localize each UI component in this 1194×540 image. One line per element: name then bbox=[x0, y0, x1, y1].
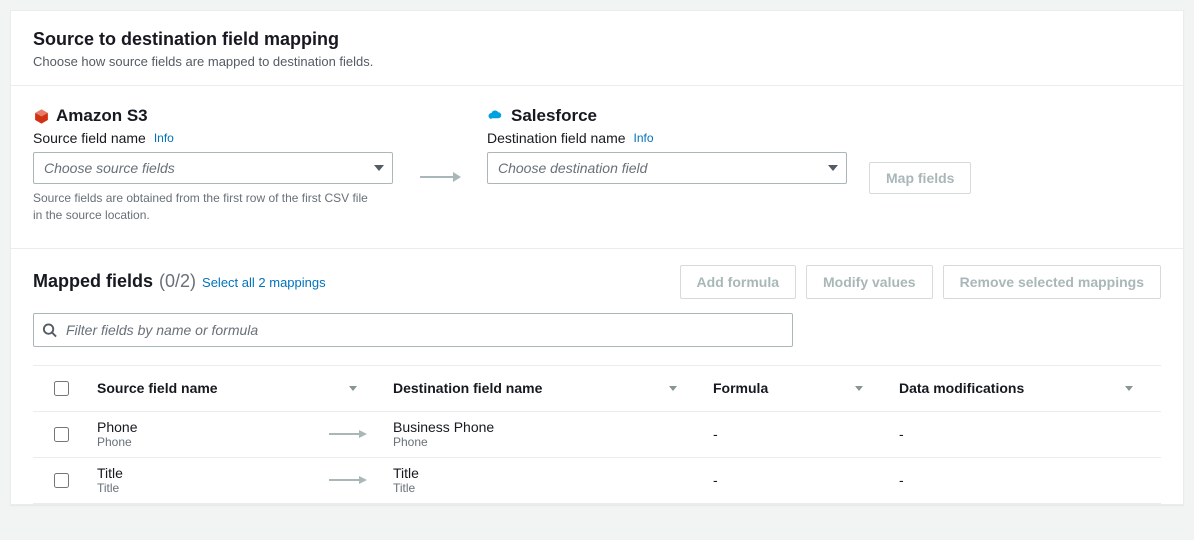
source-service-title: Amazon S3 bbox=[33, 106, 393, 126]
map-button-block: Map fields bbox=[847, 106, 971, 194]
header-source: Source field name bbox=[97, 380, 218, 396]
mapping-panel: Source to destination field mapping Choo… bbox=[10, 10, 1184, 505]
sort-icon[interactable] bbox=[855, 386, 863, 391]
add-formula-button[interactable]: Add formula bbox=[680, 265, 796, 299]
table-header-row: Source field name Destination field name… bbox=[33, 366, 1161, 412]
destination-service-name: Salesforce bbox=[511, 106, 597, 126]
source-block: Amazon S3 Source field name Info Choose … bbox=[33, 106, 393, 224]
row-mods: - bbox=[899, 426, 904, 442]
map-fields-button[interactable]: Map fields bbox=[869, 162, 971, 194]
destination-block: Salesforce Destination field name Info C… bbox=[487, 106, 847, 184]
mapped-header: Mapped fields (0/2) Select all 2 mapping… bbox=[33, 265, 1161, 299]
row-dest-sub: Title bbox=[393, 481, 697, 495]
sort-icon[interactable] bbox=[669, 386, 677, 391]
mapping-row: Amazon S3 Source field name Info Choose … bbox=[11, 86, 1183, 249]
header-destination: Destination field name bbox=[393, 380, 542, 396]
panel-title: Source to destination field mapping bbox=[33, 29, 1161, 50]
source-helper-text: Source fields are obtained from the firs… bbox=[33, 190, 373, 224]
chevron-down-icon bbox=[374, 165, 384, 171]
mappings-table: Source field name Destination field name… bbox=[33, 365, 1161, 504]
header-mods: Data modifications bbox=[899, 380, 1024, 396]
mapped-count: (0/2) bbox=[159, 271, 196, 292]
search-icon bbox=[42, 322, 57, 337]
sort-icon[interactable] bbox=[1125, 386, 1133, 391]
salesforce-icon bbox=[487, 109, 505, 123]
row-dest-name: Business Phone bbox=[393, 419, 697, 435]
panel-subtitle: Choose how source fields are mapped to d… bbox=[33, 54, 1161, 69]
source-field-label: Source field name bbox=[33, 130, 146, 146]
arrow-right-icon bbox=[329, 429, 367, 439]
header-formula: Formula bbox=[713, 380, 768, 396]
table-row: Title Title Title Title - - bbox=[33, 458, 1161, 504]
filter-wrap bbox=[33, 313, 793, 347]
source-select-placeholder: Choose source fields bbox=[44, 160, 175, 176]
row-dest-sub: Phone bbox=[393, 435, 697, 449]
destination-service-title: Salesforce bbox=[487, 106, 847, 126]
destination-select-placeholder: Choose destination field bbox=[498, 160, 647, 176]
arrow-right-icon bbox=[329, 475, 367, 485]
mapped-title: Mapped fields bbox=[33, 271, 153, 292]
arrow-right-icon bbox=[419, 170, 461, 184]
source-field-select[interactable]: Choose source fields bbox=[33, 152, 393, 184]
table-row: Phone Phone Business Phone Phone - - bbox=[33, 412, 1161, 458]
select-all-checkbox[interactable] bbox=[54, 381, 69, 396]
mapped-fields-section: Mapped fields (0/2) Select all 2 mapping… bbox=[11, 249, 1183, 504]
filter-input[interactable] bbox=[33, 313, 793, 347]
sort-icon[interactable] bbox=[349, 386, 357, 391]
row-formula: - bbox=[713, 426, 718, 442]
destination-field-label: Destination field name bbox=[487, 130, 626, 146]
select-all-link[interactable]: Select all 2 mappings bbox=[202, 275, 326, 290]
mapped-actions: Add formula Modify values Remove selecte… bbox=[680, 265, 1161, 299]
row-checkbox[interactable] bbox=[54, 473, 69, 488]
source-service-name: Amazon S3 bbox=[56, 106, 148, 126]
chevron-down-icon bbox=[828, 165, 838, 171]
destination-info-link[interactable]: Info bbox=[634, 131, 654, 145]
s3-icon bbox=[33, 108, 50, 125]
remove-mappings-button[interactable]: Remove selected mappings bbox=[943, 265, 1161, 299]
destination-field-select[interactable]: Choose destination field bbox=[487, 152, 847, 184]
mapping-arrow bbox=[393, 106, 487, 184]
panel-header: Source to destination field mapping Choo… bbox=[11, 11, 1183, 86]
row-dest-name: Title bbox=[393, 465, 697, 481]
row-checkbox[interactable] bbox=[54, 427, 69, 442]
modify-values-button[interactable]: Modify values bbox=[806, 265, 933, 299]
source-info-link[interactable]: Info bbox=[154, 131, 174, 145]
row-mods: - bbox=[899, 472, 904, 488]
row-formula: - bbox=[713, 472, 718, 488]
